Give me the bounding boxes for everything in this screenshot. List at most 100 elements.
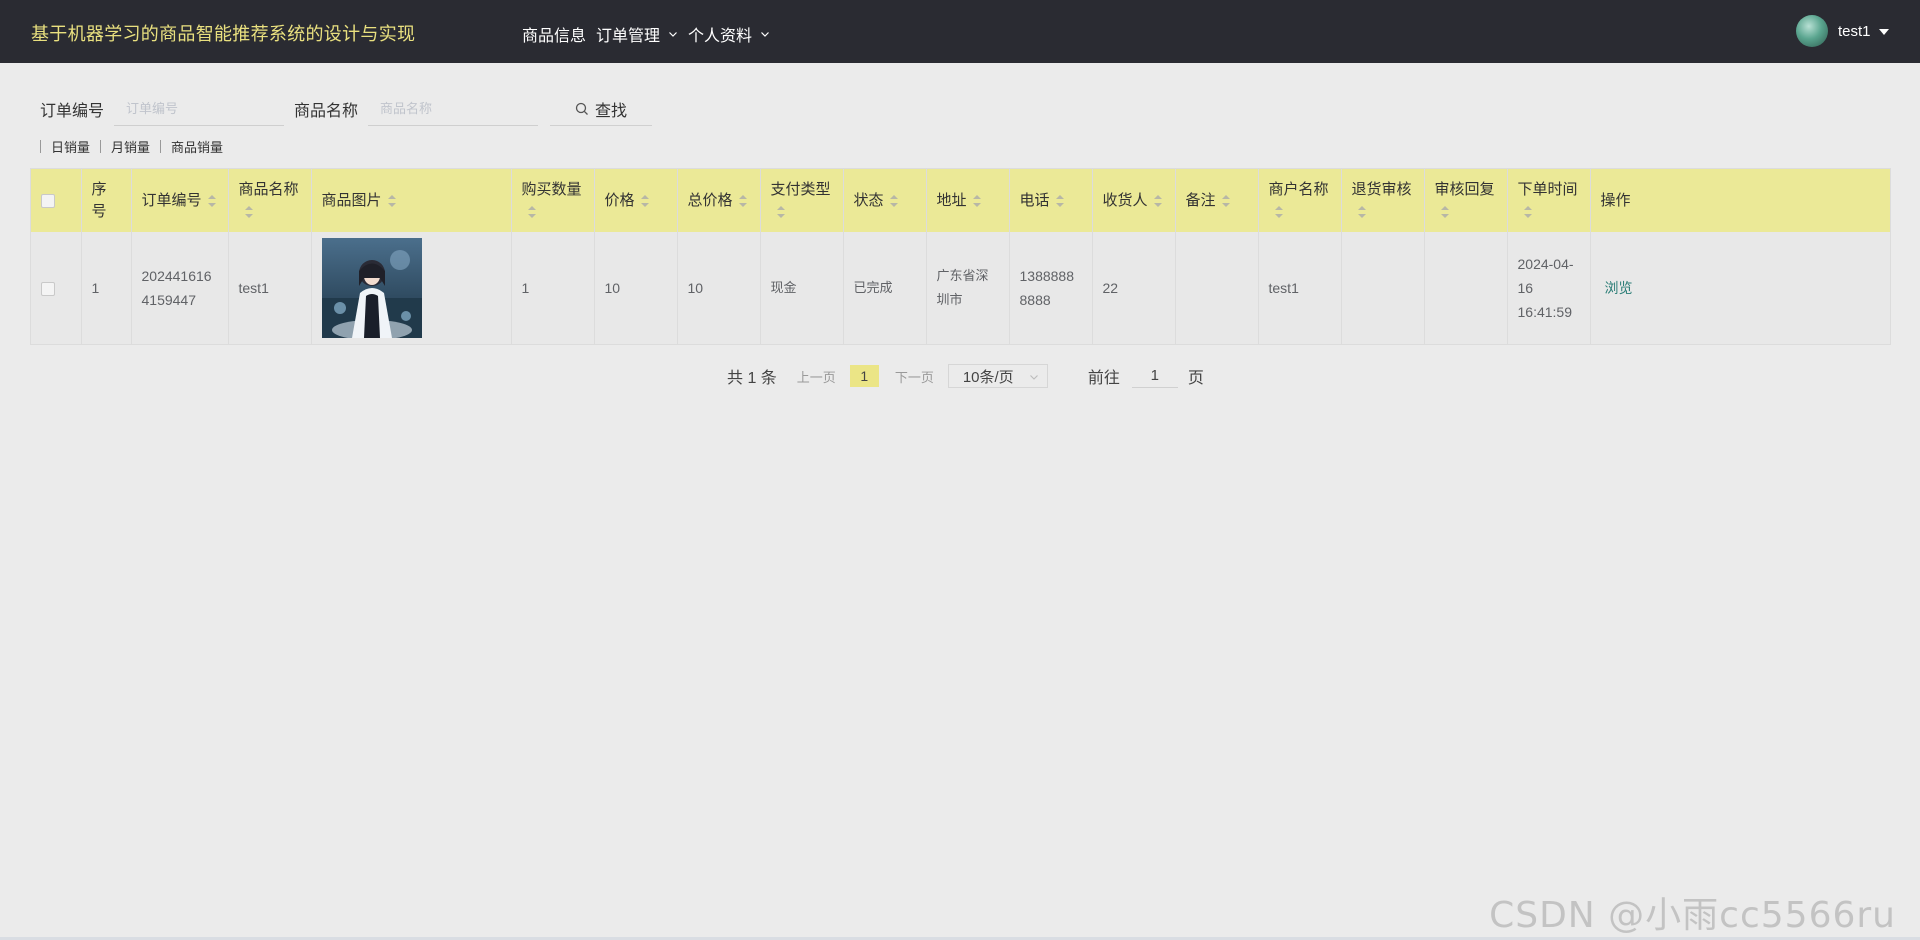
column-label: 下单时间	[1517, 180, 1578, 198]
column-label: 价格	[604, 191, 635, 209]
product-image-cell	[311, 232, 512, 344]
search-icon	[575, 102, 589, 116]
app-title: 基于机器学习的商品智能推荐系统的设计与实现	[31, 24, 416, 44]
pagination-total: 共 1 条	[727, 370, 777, 387]
sort-icon[interactable]	[244, 205, 253, 218]
sort-icon[interactable]	[640, 194, 649, 207]
column-label: 商户名称	[1268, 180, 1329, 198]
column-header[interactable]: 支付类型	[760, 169, 844, 232]
next-page-button[interactable]: 下一页	[895, 367, 934, 386]
order-no-input[interactable]	[114, 92, 285, 126]
sort-icon[interactable]	[1523, 205, 1532, 218]
table-header-row: 序号 订单编号 商品名称 商品图片 购买数量 价格 总价格 支付类型 状态 地址…	[31, 169, 1890, 232]
row-checkbox[interactable]	[41, 282, 55, 297]
order-no-cell: 2024416164159447	[131, 232, 229, 344]
column-label: 订单编号	[141, 191, 202, 209]
remark-cell	[1175, 232, 1259, 344]
column-header[interactable]: 审核回复	[1424, 169, 1508, 232]
pagination: 共 1 条 上一页 1 下一页 10条/页 前往 页	[727, 364, 1204, 388]
sort-icon[interactable]	[527, 205, 536, 218]
search-bar: 订单编号 商品名称 查找	[40, 92, 653, 126]
user-menu[interactable]: test1	[1796, 15, 1889, 47]
payment-type-cell: 现金	[760, 232, 844, 344]
caret-down-icon[interactable]	[1878, 23, 1889, 40]
column-label: 操作	[1600, 191, 1631, 209]
sort-icon[interactable]	[1440, 205, 1449, 218]
column-header[interactable]: 电话	[1009, 169, 1093, 232]
chart-link-label: 日销量	[51, 140, 91, 155]
select-all-cell	[31, 169, 82, 232]
column-header[interactable]: 下单时间	[1507, 169, 1591, 232]
select-all-checkbox[interactable]	[41, 193, 55, 208]
sort-icon[interactable]	[1357, 205, 1366, 218]
prev-page-button[interactable]: 上一页	[797, 367, 836, 386]
column-label: 购买数量	[521, 180, 582, 198]
nav-item-orders[interactable]: 订单管理	[596, 22, 678, 46]
sort-icon[interactable]	[776, 205, 785, 218]
column-label: 支付类型	[770, 180, 831, 198]
price-cell: 10	[594, 232, 678, 344]
sort-icon[interactable]	[738, 194, 747, 207]
sort-icon[interactable]	[1221, 194, 1230, 207]
avatar[interactable]	[1796, 15, 1828, 47]
sort-icon[interactable]	[889, 194, 898, 207]
column-header[interactable]: 地址	[926, 169, 1010, 232]
product-sales-link[interactable]: 商品销量	[160, 137, 223, 156]
chevron-down-icon	[1029, 369, 1039, 386]
product-image[interactable]	[321, 238, 422, 338]
sort-icon[interactable]	[207, 194, 216, 207]
column-header[interactable]: 退货审核	[1341, 169, 1425, 232]
column-header[interactable]: 收货人	[1092, 169, 1176, 232]
divider	[100, 140, 102, 153]
chevron-down-icon	[668, 29, 678, 39]
column-header: 序号	[81, 169, 132, 232]
order-no-label: 订单编号	[40, 103, 105, 120]
column-label: 备注	[1185, 191, 1216, 209]
product-name-input[interactable]	[368, 92, 539, 126]
sort-icon[interactable]	[1274, 205, 1283, 218]
top-navbar: 基于机器学习的商品智能推荐系统的设计与实现 商品信息 订单管理 个人资料 tes…	[0, 0, 1920, 63]
action-cell: 浏览	[1590, 232, 1890, 344]
search-button-label: 查找	[595, 102, 628, 120]
sort-icon[interactable]	[972, 194, 981, 207]
column-label: 商品图片	[321, 191, 382, 209]
row-select-cell	[31, 232, 82, 344]
page-number-current[interactable]: 1	[849, 365, 879, 387]
column-header[interactable]: 购买数量	[511, 169, 595, 232]
total-price-cell: 10	[677, 232, 761, 344]
search-button[interactable]: 查找	[550, 92, 653, 126]
view-link[interactable]: 浏览	[1605, 280, 1633, 296]
table-row: 1 2024416164159447 test1 1 10 10 现金 已完成 …	[31, 232, 1890, 344]
sort-icon[interactable]	[1153, 194, 1162, 207]
column-header[interactable]: 状态	[843, 169, 927, 232]
sort-icon[interactable]	[387, 194, 396, 207]
page-size-select[interactable]: 10条/页	[947, 364, 1048, 388]
column-header[interactable]: 商品图片	[311, 169, 512, 232]
column-header[interactable]: 备注	[1175, 169, 1259, 232]
column-header[interactable]: 订单编号	[131, 169, 229, 232]
divider	[40, 140, 41, 153]
goto-label: 前往	[1087, 370, 1120, 387]
nav-item-label: 订单管理	[596, 28, 661, 45]
status-cell: 已完成	[843, 232, 927, 344]
watermark: CSDN @小雨cc5566ru	[1489, 895, 1896, 936]
column-header[interactable]: 商品名称	[228, 169, 312, 232]
chart-links: 日销量 月销量 商品销量	[40, 137, 233, 156]
orders-table: 序号 订单编号 商品名称 商品图片 购买数量 价格 总价格 支付类型 状态 地址…	[30, 168, 1891, 345]
quantity-cell: 1	[511, 232, 595, 344]
main-nav: 商品信息 订单管理 个人资料	[522, 22, 780, 46]
column-header[interactable]: 价格	[594, 169, 678, 232]
page-suffix: 页	[1187, 370, 1204, 387]
nav-item-profile[interactable]: 个人资料	[688, 22, 770, 46]
user-name[interactable]: test1	[1838, 23, 1871, 40]
goto-page-input[interactable]	[1131, 364, 1178, 388]
nav-item-products[interactable]: 商品信息	[522, 22, 586, 46]
daily-sales-link[interactable]: 日销量	[40, 137, 90, 156]
column-header[interactable]: 商户名称	[1258, 169, 1342, 232]
column-header: 操作	[1590, 169, 1890, 232]
merchant-cell: test1	[1258, 232, 1342, 344]
sort-icon[interactable]	[1055, 194, 1064, 207]
column-header[interactable]: 总价格	[677, 169, 761, 232]
return-review-cell	[1341, 232, 1425, 344]
monthly-sales-link[interactable]: 月销量	[100, 137, 150, 156]
